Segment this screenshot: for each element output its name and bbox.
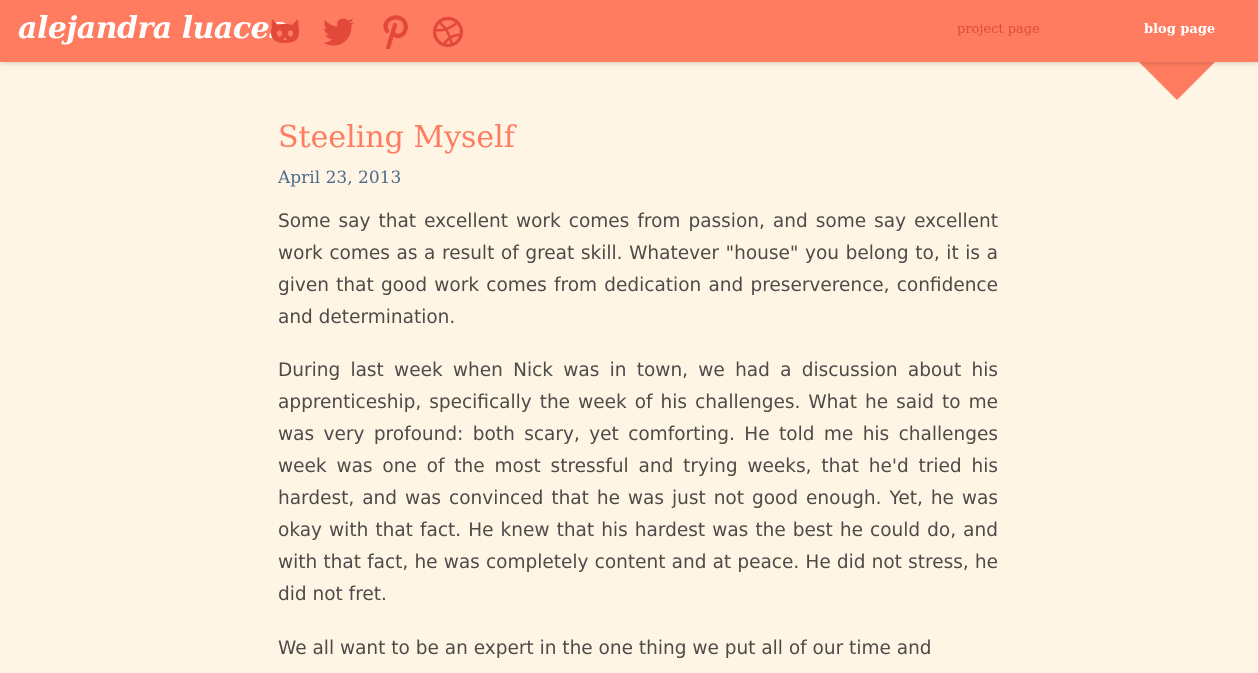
blog-post: Steeling Myself April 23, 2013 Some say … <box>278 118 998 665</box>
nav-project-page[interactable]: project page <box>957 22 1040 37</box>
post-paragraph: Some say that excellent work comes from … <box>278 211 998 328</box>
pinterest-icon[interactable] <box>377 15 411 49</box>
top-navigation-bar: alejandra luaces project page blog page <box>0 0 1258 62</box>
post-paragraph: We all want to be an expert in the one t… <box>278 638 932 659</box>
nav-blog-page[interactable]: blog page <box>1144 22 1215 37</box>
post-title: Steeling Myself <box>278 120 515 155</box>
active-nav-indicator <box>1139 62 1215 100</box>
dribbble-icon[interactable] <box>431 15 465 49</box>
twitter-icon[interactable] <box>322 15 356 49</box>
site-logo[interactable]: alejandra luaces <box>18 11 286 46</box>
post-paragraph: During last week when Nick was in town, … <box>278 360 998 605</box>
post-body: Some say that excellent work comes from … <box>278 206 998 665</box>
post-date: April 23, 2013 <box>278 168 402 188</box>
github-icon[interactable] <box>268 15 302 49</box>
